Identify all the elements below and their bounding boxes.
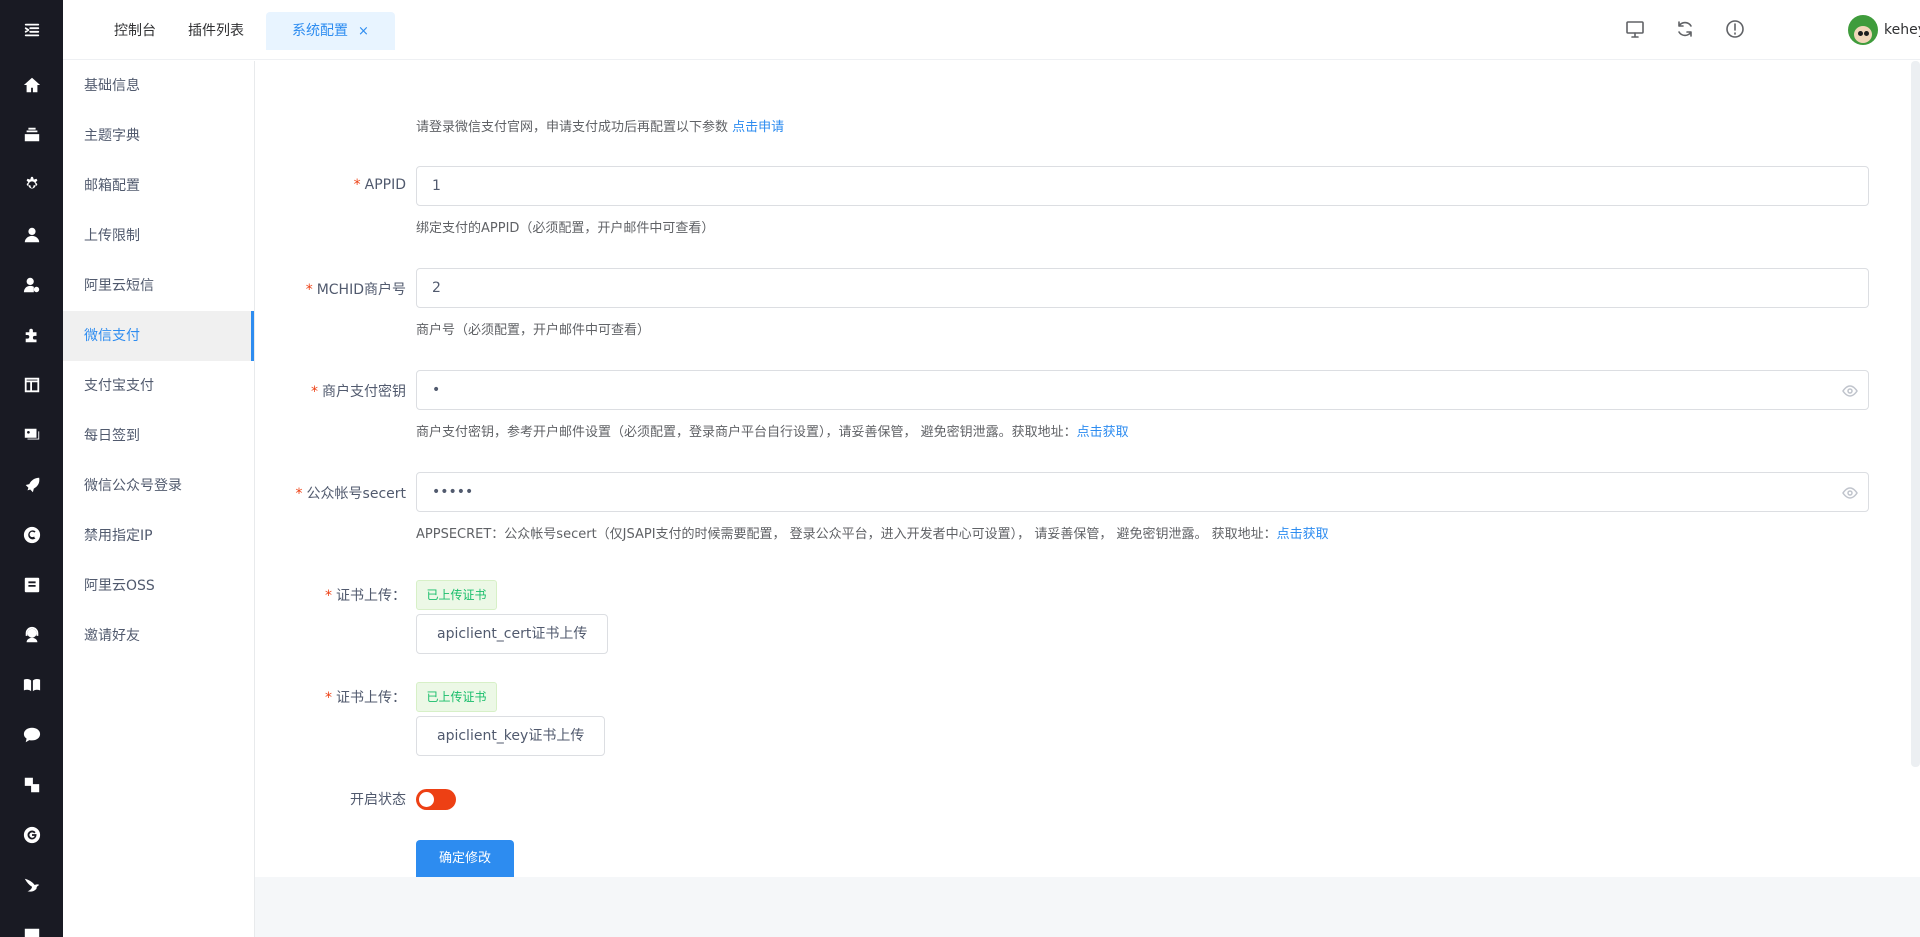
tab-close-icon[interactable]: × — [358, 24, 369, 39]
tab-system-config[interactable]: 系统配置 × — [266, 12, 395, 50]
sidebar-item-email-config[interactable]: 邮箱配置 — [63, 161, 254, 211]
scrollbar[interactable] — [1911, 61, 1920, 767]
top-bar: 控制台 插件列表 系统配置 × keheying — [63, 0, 1920, 60]
sidebar-item-daily-checkin[interactable]: 每日签到 — [63, 411, 254, 461]
sidebar-item-aliyun-oss[interactable]: 阿里云OSS — [63, 561, 254, 611]
eye-icon[interactable] — [1842, 485, 1858, 501]
reader-icon[interactable] — [0, 660, 63, 710]
bird-icon[interactable] — [0, 860, 63, 910]
secret-label-text: 公众帐号secert — [306, 486, 406, 502]
sidebar-item-basic-info[interactable]: 基础信息 — [63, 61, 254, 111]
sidebar-item-aliyun-sms[interactable]: 阿里云短信 — [63, 261, 254, 311]
apply-link[interactable]: 点击申请 — [732, 120, 784, 135]
merchant-key-value: • — [432, 382, 441, 398]
sidebar-item-wechat-pay[interactable]: 微信支付 — [63, 311, 254, 361]
refresh-icon[interactable] — [1673, 17, 1697, 41]
sidebar-item-theme-dict[interactable]: 主题字典 — [63, 111, 254, 161]
monitor-icon[interactable] — [1623, 17, 1647, 41]
required-mark: * — [305, 282, 313, 298]
key-upload-button[interactable]: apiclient_key证书上传 — [416, 716, 606, 756]
gallery-icon[interactable] — [0, 410, 63, 460]
book-square-icon[interactable] — [0, 560, 63, 610]
merchant-key-help-text: 商户支付密钥，参考开户邮件设置（必须配置，登录商户平台自行设置），请妥善保管， … — [416, 425, 1077, 440]
key-upload-label-text: 证书上传： — [336, 690, 406, 706]
mchid-help: 商户号（必须配置，开户邮件中可查看） — [416, 323, 651, 338]
secret-label: * 公众帐号secert — [255, 483, 406, 503]
wechat-pay-form: 请登录微信支付官网，申请支付成功后再配置以下参数 点击申请 * APPID 1 绑… — [255, 61, 1920, 877]
home-icon[interactable] — [0, 60, 63, 110]
appid-label: * APPID — [255, 177, 406, 193]
merchant-key-help: 商户支付密钥，参考开户邮件设置（必须配置，登录商户平台自行设置），请妥善保管， … — [416, 421, 1129, 440]
appid-input[interactable]: 1 — [416, 166, 1869, 206]
required-mark: * — [325, 690, 332, 706]
sidebar-item-alipay[interactable]: 支付宝支付 — [63, 361, 254, 411]
message-icon[interactable] — [0, 910, 63, 937]
menu-toggle-icon[interactable] — [0, 5, 63, 55]
sidebar-item-invite-friends[interactable]: 邀请好友 — [63, 611, 254, 661]
status-toggle[interactable] — [416, 789, 456, 810]
user-settings-icon[interactable] — [0, 260, 63, 310]
layout-icon[interactable] — [0, 360, 63, 410]
user-name: keheying — [1884, 22, 1920, 38]
cert-upload-label: * 证书上传： — [255, 585, 406, 605]
layers-icon[interactable] — [0, 110, 63, 160]
config-sidebar: 基础信息 主题字典 邮箱配置 上传限制 阿里云短信 微信支付 支付宝支付 每日签… — [63, 61, 255, 937]
appid-value: 1 — [432, 178, 441, 194]
key-uploaded-badge: 已上传证书 — [416, 682, 497, 712]
avatar — [1848, 15, 1878, 45]
tab-label: 系统配置 — [292, 23, 348, 39]
required-mark: * — [295, 486, 303, 502]
tab-console[interactable]: 控制台 — [114, 12, 156, 50]
sidebar-item-wechat-mp-login[interactable]: 微信公众号登录 — [63, 461, 254, 511]
rocket-icon[interactable] — [0, 460, 63, 510]
mchid-input[interactable]: 2 — [416, 268, 1869, 308]
secret-value: ••••• — [432, 484, 474, 500]
secret-input[interactable]: ••••• — [416, 472, 1869, 512]
chat-icon[interactable] — [0, 710, 63, 760]
sidebar-item-ip-blacklist[interactable]: 禁用指定IP — [63, 511, 254, 561]
submit-button[interactable]: 确定修改 — [416, 840, 514, 877]
merchant-key-input[interactable]: • — [416, 370, 1869, 410]
eye-icon[interactable] — [1842, 383, 1858, 399]
icon-rail — [0, 0, 63, 937]
mchid-value: 2 — [432, 280, 441, 296]
mchid-label-text: MCHID商户号 — [316, 282, 406, 298]
merchant-key-label: * 商户支付密钥 — [255, 381, 406, 401]
tab-plugin-list[interactable]: 插件列表 — [188, 12, 244, 50]
status-label: 开启状态 — [350, 792, 406, 808]
copyright-icon[interactable] — [0, 510, 63, 560]
puzzle-icon[interactable] — [0, 310, 63, 360]
cert-upload-label-text: 证书上传： — [336, 588, 406, 604]
appid-label-text: APPID — [364, 177, 406, 193]
merchant-key-get-link[interactable]: 点击获取 — [1077, 425, 1129, 440]
toggle-knob — [419, 792, 434, 807]
required-mark: * — [325, 588, 332, 604]
intro-message: 请登录微信支付官网，申请支付成功后再配置以下参数 — [416, 120, 729, 135]
support-icon[interactable] — [0, 610, 63, 660]
gear-icon[interactable] — [0, 160, 63, 210]
user-menu[interactable]: keheying — [1848, 13, 1920, 47]
info-icon[interactable] — [1723, 17, 1747, 41]
required-mark: * — [353, 177, 361, 193]
secret-get-link[interactable]: 点击获取 — [1277, 527, 1329, 542]
mchid-label: * MCHID商户号 — [255, 279, 406, 299]
merchant-key-label-text: 商户支付密钥 — [322, 384, 406, 400]
appid-help: 绑定支付的APPID（必须配置，开户邮件中可查看） — [416, 221, 715, 236]
content-area: 请登录微信支付官网，申请支付成功后再配置以下参数 点击申请 * APPID 1 绑… — [255, 61, 1920, 937]
user-icon[interactable] — [0, 210, 63, 260]
secret-help: APPSECRET：公众帐号secert（仅JSAPI支付的时候需要配置， 登录… — [416, 523, 1329, 542]
required-mark: * — [311, 384, 318, 400]
key-upload-label: * 证书上传： — [255, 687, 406, 707]
circle-g-icon[interactable] — [0, 810, 63, 860]
secret-help-text: APPSECRET：公众帐号secert（仅JSAPI支付的时候需要配置， 登录… — [416, 527, 1277, 542]
sidebar-item-upload-limit[interactable]: 上传限制 — [63, 211, 254, 261]
cert-upload-button[interactable]: apiclient_cert证书上传 — [416, 614, 609, 654]
cert-uploaded-badge: 已上传证书 — [416, 580, 497, 610]
intro-text: 请登录微信支付官网，申请支付成功后再配置以下参数 点击申请 — [416, 116, 784, 135]
translate-icon[interactable] — [0, 760, 63, 810]
